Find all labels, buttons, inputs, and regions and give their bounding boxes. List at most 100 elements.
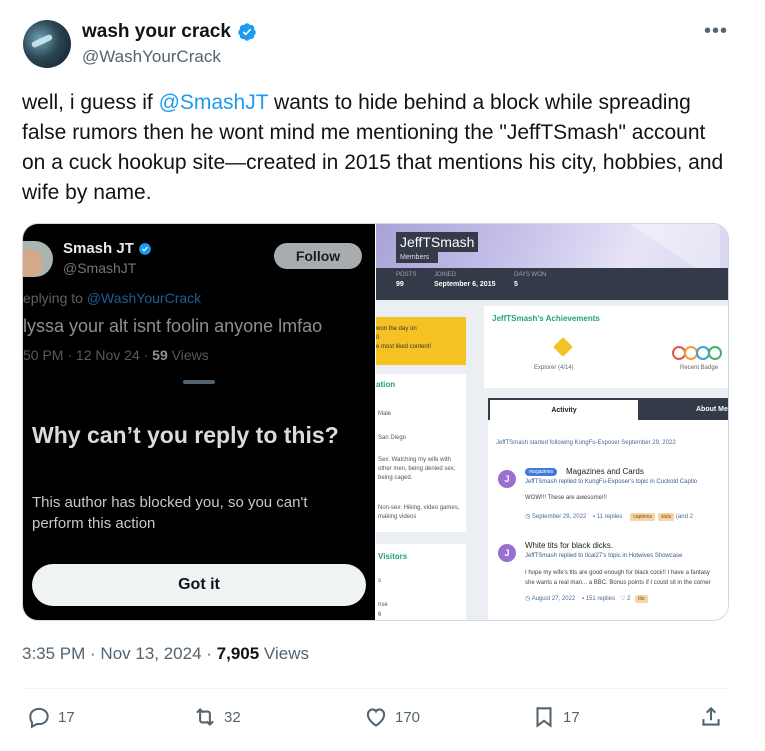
tweet-text: well, i guess if @SmashJT wants to hide … bbox=[22, 88, 727, 208]
badge-icon bbox=[708, 346, 722, 360]
embedded-handle: @SmashJT bbox=[63, 260, 137, 276]
visitors-heading: Visitors bbox=[378, 552, 408, 561]
won-day-box: won the day on 0 e most liked content! bbox=[376, 317, 466, 365]
visitor-row: s bbox=[378, 578, 381, 584]
activity-line: JeffTSmash started following KungFu-Expo… bbox=[496, 440, 676, 446]
tweet-mention-link[interactable]: @SmashJT bbox=[159, 91, 269, 114]
embedded-tweet-meta: 50 PM · 12 Nov 24 · 59 Views bbox=[23, 347, 209, 363]
profile-username: JeffTSmash bbox=[396, 232, 479, 252]
share-icon bbox=[702, 706, 720, 726]
achievement-label: Explorer (4/14) bbox=[534, 365, 574, 371]
info-heading: ation bbox=[376, 380, 396, 389]
timestamp-text[interactable]: 3:35 PM · Nov 13, 2024 · bbox=[22, 644, 217, 663]
stat-days-won: DAYS WON 5 bbox=[514, 272, 546, 288]
profile-info-panel: ation Male San Diego Sex: Watching my wi… bbox=[376, 374, 466, 532]
activity-item-title: White tits for black dicks. bbox=[525, 541, 614, 550]
tag-pill: sluts bbox=[657, 513, 675, 521]
activity-avatar: J bbox=[498, 544, 516, 562]
media-image-blocked-dialog[interactable]: Smash JT @SmashJT Follow eplying to @Was… bbox=[23, 224, 375, 620]
stat-joined: JOINED September 6, 2015 bbox=[434, 272, 495, 288]
author-avatar[interactable] bbox=[23, 20, 71, 68]
retweet-icon bbox=[196, 707, 214, 727]
author-handle[interactable]: @WashYourCrack bbox=[82, 47, 221, 67]
tab-about-me: About Me bbox=[696, 406, 728, 413]
embedded-author-name: Smash JT bbox=[63, 240, 152, 257]
activity-date: August 27, 2022 bbox=[531, 596, 576, 602]
won-line-1: won the day on bbox=[376, 326, 417, 332]
like-count: 170 bbox=[395, 708, 421, 726]
more-tags: (and 2 bbox=[675, 514, 693, 520]
bookmark-button[interactable]: 17 bbox=[531, 704, 580, 730]
blocked-sheet-body: This author has blocked you, so you can'… bbox=[32, 494, 308, 532]
bookmark-count: 17 bbox=[563, 708, 580, 726]
visitors-panel: Visitors s nse 6 bbox=[376, 544, 466, 620]
activity-item-text: she wants a real man... a BBC. Bonus poi… bbox=[525, 580, 711, 586]
reaction-count: 2 bbox=[627, 596, 631, 602]
verified-badge-icon bbox=[139, 242, 151, 255]
recent-badges-label: Recent Badge bbox=[680, 365, 719, 371]
more-options-icon[interactable]: ••• bbox=[704, 20, 728, 43]
stat-label: JOINED bbox=[434, 272, 457, 278]
explorer-badge-icon bbox=[553, 337, 573, 357]
profile-stat-bar bbox=[376, 268, 728, 300]
views-count: 7,905 bbox=[216, 644, 260, 663]
divider bbox=[22, 688, 729, 689]
views-label: Views bbox=[259, 644, 309, 663]
activity-item-text: I hope my wife's tits are good enough fo… bbox=[525, 570, 710, 576]
sheet-drag-handle bbox=[183, 380, 215, 384]
tag-pill: captions bbox=[630, 513, 655, 521]
stat-label: POSTS bbox=[396, 272, 417, 278]
activity-replies: 151 replies bbox=[585, 596, 616, 602]
reply-button[interactable]: 17 bbox=[26, 704, 75, 730]
bookmark-icon bbox=[536, 707, 552, 728]
embedded-name-text: Smash JT bbox=[63, 240, 134, 257]
blocked-sheet-title: Why can’t you reply to this? bbox=[32, 422, 339, 448]
activity-date: September 29, 2022 bbox=[531, 514, 587, 520]
embedded-meta-time: 50 PM · 12 Nov 24 · bbox=[23, 347, 153, 363]
activity-avatar: J bbox=[498, 470, 516, 488]
activity-item-meta: ◷ August 27, 2022 ▪ 151 replies ♡ 2 tits bbox=[525, 595, 648, 603]
info-row: Male bbox=[378, 411, 392, 417]
profile-members-label: Members bbox=[396, 252, 438, 263]
info-row: Sex: Watching my wife with other men, be… bbox=[378, 457, 456, 481]
achievements-panel: JeffTSmash's Achievements Explorer (4/14… bbox=[484, 306, 728, 388]
stat-value: September 6, 2015 bbox=[434, 281, 496, 288]
stat-value: 5 bbox=[514, 281, 518, 288]
author-display-name[interactable]: wash your crack bbox=[82, 21, 231, 43]
achievements-title: JeffTSmash's Achievements bbox=[492, 314, 600, 323]
activity-replies: 11 replies bbox=[596, 514, 623, 520]
like-button[interactable]: 170 bbox=[363, 704, 420, 730]
stat-value: 99 bbox=[396, 281, 404, 288]
activity-item-subtitle: JeffTSmash replied to KungFu-Exposer's t… bbox=[525, 479, 698, 485]
activity-item-subtitle: JeffTSmash replied to tical27's topic in… bbox=[525, 553, 683, 559]
visitor-row: nse bbox=[378, 602, 388, 608]
tag-pill: tits bbox=[635, 595, 648, 603]
won-line-2: 0 bbox=[376, 335, 380, 341]
reply-count: 17 bbox=[58, 708, 75, 726]
reply-prefix: eplying to bbox=[23, 290, 87, 306]
tweet-text-part1: well, i guess if bbox=[22, 91, 159, 114]
replying-to-line: eplying to @WashYourCrack bbox=[23, 290, 201, 306]
info-row: Non-sex: Hiking, video games, making vid… bbox=[378, 505, 460, 520]
retweet-button[interactable]: 32 bbox=[192, 704, 241, 730]
info-row: San Diego bbox=[378, 435, 407, 441]
tab-activity: Activity bbox=[490, 400, 638, 420]
heart-icon bbox=[366, 708, 386, 727]
media-image-profile-page[interactable]: JeffTSmash Members POSTS 99 JOINED Septemb… bbox=[376, 224, 728, 620]
category-tag: magazines bbox=[525, 468, 558, 476]
author-name-row: wash your crack bbox=[82, 21, 257, 43]
embedded-avatar bbox=[23, 241, 53, 277]
stat-posts: POSTS 99 bbox=[396, 272, 416, 288]
share-button[interactable] bbox=[698, 704, 724, 730]
tweet-media[interactable]: Smash JT @SmashJT Follow eplying to @Was… bbox=[22, 223, 729, 621]
reply-icon bbox=[29, 707, 49, 729]
embedded-views-count: 59 bbox=[152, 347, 168, 363]
embedded-views-label: Views bbox=[167, 347, 209, 363]
visitor-row: 6 bbox=[378, 612, 382, 618]
activity-feed: JeffTSmash started following KungFu-Expo… bbox=[488, 420, 728, 620]
tweet-timestamp[interactable]: 3:35 PM · Nov 13, 2024 · 7,905 Views bbox=[22, 644, 309, 664]
activity-item-text: WOW!!! These are awesome!!! bbox=[525, 495, 607, 501]
embedded-tweet-text: lyssa your alt isnt foolin anyone lmfao bbox=[23, 316, 323, 336]
reply-mention: @WashYourCrack bbox=[86, 290, 202, 306]
verified-badge-icon bbox=[238, 23, 256, 41]
